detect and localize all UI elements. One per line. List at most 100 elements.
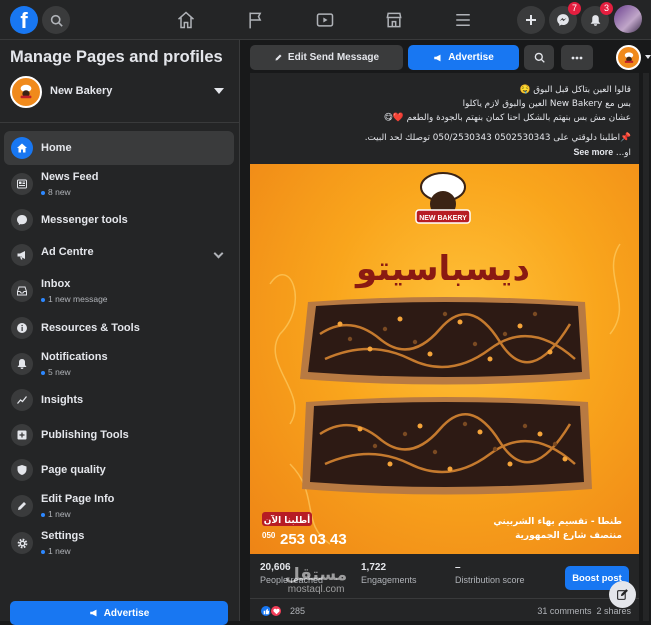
publishing-icon: [11, 424, 33, 446]
sidebar-item-label: Publishing Tools: [41, 429, 129, 441]
create-button[interactable]: [517, 6, 545, 34]
pencil-icon: [11, 495, 33, 517]
sidebar-item-news-feed[interactable]: News Feed 8 new: [4, 167, 234, 201]
sidebar-item-notifications[interactable]: Notifications 5 new: [4, 347, 234, 381]
account-avatar[interactable]: [614, 5, 642, 33]
pages-tab[interactable]: [244, 8, 268, 32]
plus-icon: [526, 15, 536, 25]
facebook-logo[interactable]: f: [10, 6, 38, 34]
sidebar-item-edit-page-info[interactable]: Edit Page Info 1 new: [4, 489, 234, 523]
menu-icon: [456, 14, 470, 26]
sidebar-advertise-button[interactable]: Advertise: [10, 601, 228, 625]
divider: [0, 122, 240, 123]
comments-count[interactable]: 31 comments: [537, 606, 591, 616]
flag-icon: [249, 12, 262, 29]
compose-button[interactable]: [609, 581, 636, 608]
insights-icon: [11, 389, 33, 411]
gear-icon: [11, 532, 33, 554]
watch-tab[interactable]: [313, 8, 337, 32]
messenger-button[interactable]: 7: [549, 2, 581, 34]
comments-shares[interactable]: 31 comments 2 shares: [537, 606, 631, 616]
stat-value: –: [455, 562, 461, 573]
chef-logo-icon: [20, 84, 32, 99]
notifications-button[interactable]: 3: [581, 2, 613, 34]
inbox-icon: [11, 280, 33, 302]
more-options-button[interactable]: [561, 45, 593, 70]
page-name: New Bakery: [50, 85, 113, 97]
phone-number: 253 03 43: [280, 531, 347, 548]
menu-tab[interactable]: [451, 8, 475, 32]
reaction-count[interactable]: 285: [290, 606, 305, 616]
see-more-link[interactable]: See more: [574, 147, 614, 157]
search-icon: [534, 52, 545, 63]
sidebar-item-label: Home: [41, 142, 72, 154]
people-reached-stat: 20,606 People reached: [260, 562, 323, 585]
sidebar-item-label: Page quality: [41, 464, 106, 476]
advertise-label: Advertise: [448, 52, 494, 63]
marketplace-tab[interactable]: [382, 8, 406, 32]
page-search-button[interactable]: [524, 45, 554, 70]
edit-send-message-button[interactable]: Edit Send Message: [250, 45, 403, 70]
caret-down-icon: [214, 88, 224, 94]
home-icon: [11, 137, 33, 159]
edit-send-message-label: Edit Send Message: [287, 52, 380, 63]
engagements-stat: 1,722 Engagements: [361, 562, 417, 585]
product-name: ديسباسيتو: [354, 249, 530, 289]
megaphone-icon: [11, 244, 33, 266]
compose-icon: [617, 589, 628, 600]
sidebar-item-ad-centre[interactable]: Ad Centre: [4, 238, 234, 272]
stat-value: 1,722: [361, 562, 387, 573]
sidebar-item-resources-tools[interactable]: Resources & Tools: [4, 311, 234, 345]
post-caption: قالوا العين بتاكل قبل البوق 🤤 بس مع New …: [258, 83, 631, 160]
post-image[interactable]: NEW BAKERY ديسباسيتو أطلبنا الآن 050 253: [250, 164, 639, 554]
page-avatar: [10, 76, 42, 108]
top-navigation-bar: f 7 3: [0, 0, 651, 40]
search-icon: [50, 14, 63, 27]
shield-icon: [11, 459, 33, 481]
sidebar-advertise-label: Advertise: [103, 607, 150, 619]
sidebar-item-sub: 8 new: [41, 187, 71, 197]
dessert-bar-bottom: [302, 397, 592, 495]
sidebar-item-label: Ad Centre: [41, 246, 94, 258]
page-switcher[interactable]: New Bakery: [10, 76, 232, 110]
chevron-down-icon[interactable]: [213, 248, 224, 259]
caption-line: 📌اطلبنا دلوقتي على 0502530343 050/253034…: [364, 133, 631, 143]
caret-down-icon[interactable]: [645, 55, 651, 59]
sidebar-item-label: Messenger tools: [41, 214, 128, 226]
home-tab[interactable]: [174, 8, 198, 32]
order-now-label: أطلبنا الآن: [264, 514, 311, 526]
reaction-icons[interactable]: [260, 605, 282, 617]
sidebar-item-settings[interactable]: Settings 1 new: [4, 526, 234, 560]
scrollbar[interactable]: [643, 73, 649, 621]
page-avatar-switcher[interactable]: [616, 45, 641, 70]
news-feed-icon: [11, 173, 33, 195]
megaphone-icon: [434, 54, 441, 61]
messenger-icon: [11, 209, 33, 231]
marketplace-icon: [386, 12, 402, 28]
sidebar-item-home[interactable]: Home: [4, 131, 234, 165]
sidebar-item-inbox[interactable]: Inbox 1 new message: [4, 274, 234, 308]
sidebar-item-sub: 1 new: [41, 546, 71, 556]
sidebar-item-insights[interactable]: Insights: [4, 383, 234, 417]
sidebar-item-page-quality[interactable]: Page quality: [4, 453, 234, 487]
sidebar-item-sub: 5 new: [41, 367, 71, 377]
sidebar-item-publishing-tools[interactable]: Publishing Tools: [4, 418, 234, 452]
post-insights: 20,606 People reached 1,722 Engagements …: [250, 554, 639, 592]
sidebar-item-label: Edit Page Info: [41, 493, 115, 505]
advertise-button[interactable]: Advertise: [408, 45, 519, 70]
notifications-badge: 3: [600, 2, 613, 15]
sidebar-item-messenger-tools[interactable]: Messenger tools: [4, 203, 234, 237]
sidebar-item-sub: 1 new message: [41, 294, 108, 304]
messenger-icon: [557, 14, 569, 26]
caption-line: او... See more: [573, 147, 632, 158]
pencil-icon: [275, 54, 282, 61]
sidebar-item-label: News Feed: [41, 171, 99, 183]
sidebar: Manage Pages and profiles New Bakery Hom…: [0, 40, 240, 625]
sidebar-item-label: Settings: [41, 530, 85, 542]
product-ad-graphic: NEW BAKERY ديسباسيتو أطلبنا الآن 050 253: [262, 172, 622, 548]
search-button[interactable]: [42, 6, 70, 34]
sidebar-item-sub: 1 new: [41, 509, 71, 519]
bell-icon: [590, 14, 600, 26]
chef-logo-icon: [624, 51, 633, 63]
stat-value: 20,606: [260, 562, 291, 573]
